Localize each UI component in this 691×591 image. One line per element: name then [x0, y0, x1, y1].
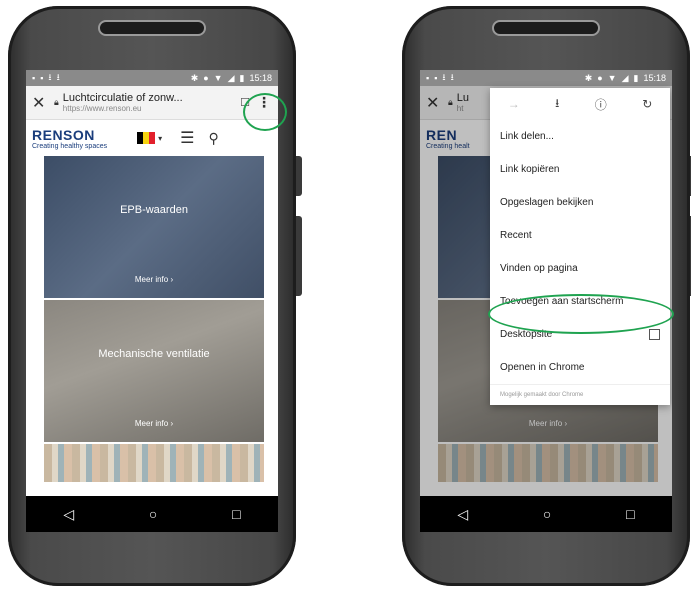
menu-item-find-in-page[interactable]: Vinden op pagina: [490, 252, 670, 285]
notification-icon: ▪: [32, 73, 36, 83]
tile-image: [44, 444, 264, 482]
page-title: Luchtcirculatie of zonw...: [62, 92, 183, 104]
menu-item-open-in-chrome[interactable]: Openen in Chrome: [490, 351, 670, 384]
bluetooth-icon: ✱: [190, 72, 199, 83]
bluetooth-icon: ✱: [584, 72, 593, 83]
dnd-icon: ●: [203, 73, 209, 83]
recents-icon[interactable]: □: [626, 506, 634, 522]
download-icon: ⭳: [450, 72, 454, 82]
highlight-overflow-menu: [243, 93, 287, 131]
desktop-site-checkbox[interactable]: [649, 329, 660, 340]
hamburger-menu-icon[interactable]: ☰: [180, 128, 194, 148]
menu-item-view-saved[interactable]: Opgeslagen bekijken: [490, 186, 670, 219]
tile-mechanische-ventilatie[interactable]: Mechanische ventilatie Meer info ›: [44, 300, 264, 442]
search-icon[interactable]: ⚲: [208, 130, 218, 147]
android-nav-bar: ◁ ○ □: [26, 496, 278, 532]
forward-icon[interactable]: →: [508, 97, 520, 111]
home-icon[interactable]: ○: [543, 506, 551, 522]
phone-left: ▪ ▪ ⭳ ⭳ ✱ ● ▼ ◢ ▮ 15:18 ✕ 🔒︎ Luchtcirculatie of …: [8, 6, 302, 586]
highlight-add-to-homescreen: [488, 294, 674, 334]
recents-icon[interactable]: □: [232, 506, 240, 522]
logo-brand: RENSON: [32, 126, 95, 143]
volume-button: [296, 156, 302, 196]
status-time: 15:18: [249, 73, 272, 83]
chevron-down-icon: ▾: [158, 133, 163, 143]
menu-icon-row: → ⭳ ⓘ ↻: [490, 88, 670, 120]
menu-item-recent[interactable]: Recent: [490, 219, 670, 252]
logo-tagline: Creating healthy spaces: [32, 142, 108, 150]
menu-footer: Mogelijk gemaakt door Chrome: [490, 384, 670, 405]
signal-icon: ◢: [621, 72, 629, 83]
url-bar: ✕ 🔒︎ Luchtcirculatie of zonw... https://…: [26, 86, 278, 120]
speaker: [98, 20, 206, 36]
signal-icon: ◢: [227, 72, 235, 83]
site-header: RENSON Creating healthy spaces ▾ ☰ ⚲: [26, 120, 278, 156]
lock-icon: 🔒︎: [54, 97, 59, 107]
renson-logo[interactable]: RENSON Creating healthy spaces: [32, 127, 107, 150]
wifi-icon: ▼: [213, 73, 223, 83]
belgium-flag-icon[interactable]: [137, 132, 156, 144]
tile-title: Mechanische ventilatie: [98, 348, 210, 360]
android-nav-bar: ◁ ○ □: [420, 496, 672, 532]
image-icon: ▪: [40, 73, 44, 83]
info-icon[interactable]: ⓘ: [595, 96, 607, 113]
download-icon: ⭳: [48, 72, 52, 82]
notification-icon: ▪: [434, 73, 438, 83]
page-content: EPB-waarden Meer info › Mechanische vent…: [26, 156, 278, 482]
wifi-icon: ▼: [607, 73, 617, 83]
close-icon[interactable]: ✕: [32, 93, 50, 113]
chrome-overflow-menu: → ⭳ ⓘ ↻ Link delen... Link kopiëren Opge…: [490, 88, 670, 405]
speaker: [492, 20, 600, 36]
download-icon: ⭳: [56, 72, 60, 82]
download-icon[interactable]: ⭳: [555, 94, 559, 115]
tile-title: EPB-waarden: [120, 204, 188, 216]
menu-item-copy-link[interactable]: Link kopiëren: [490, 153, 670, 186]
more-info-link[interactable]: Meer info ›: [135, 419, 173, 428]
more-info-link[interactable]: Meer info ›: [135, 275, 173, 284]
menu-item-share-link[interactable]: Link delen...: [490, 120, 670, 153]
battery-icon: ▮: [633, 72, 639, 83]
battery-icon: ▮: [239, 72, 245, 83]
screen-left: ▪ ▪ ⭳ ⭳ ✱ ● ▼ ◢ ▮ 15:18 ✕ 🔒︎ Luchtcirculatie of …: [26, 70, 278, 532]
home-icon[interactable]: ○: [149, 506, 157, 522]
reload-icon[interactable]: ↻: [642, 97, 652, 111]
back-icon[interactable]: ◁: [457, 506, 468, 523]
download-icon: ⭳: [442, 72, 446, 82]
status-bar: ▪ ▪ ⭳ ⭳ ✱ ● ▼ ◢ ▮ 15:18: [26, 70, 278, 86]
dnd-icon: ●: [597, 73, 603, 83]
back-icon[interactable]: ◁: [63, 506, 74, 523]
page-url: https://www.renson.eu: [62, 104, 142, 113]
tile-epb-waarden[interactable]: EPB-waarden Meer info ›: [44, 156, 264, 298]
image-icon: ▪: [426, 73, 430, 83]
status-bar: ▪ ▪ ⭳ ⭳ ✱ ● ▼ ◢ ▮ 15:18: [420, 70, 672, 86]
power-button: [296, 216, 302, 296]
status-time: 15:18: [643, 73, 666, 83]
